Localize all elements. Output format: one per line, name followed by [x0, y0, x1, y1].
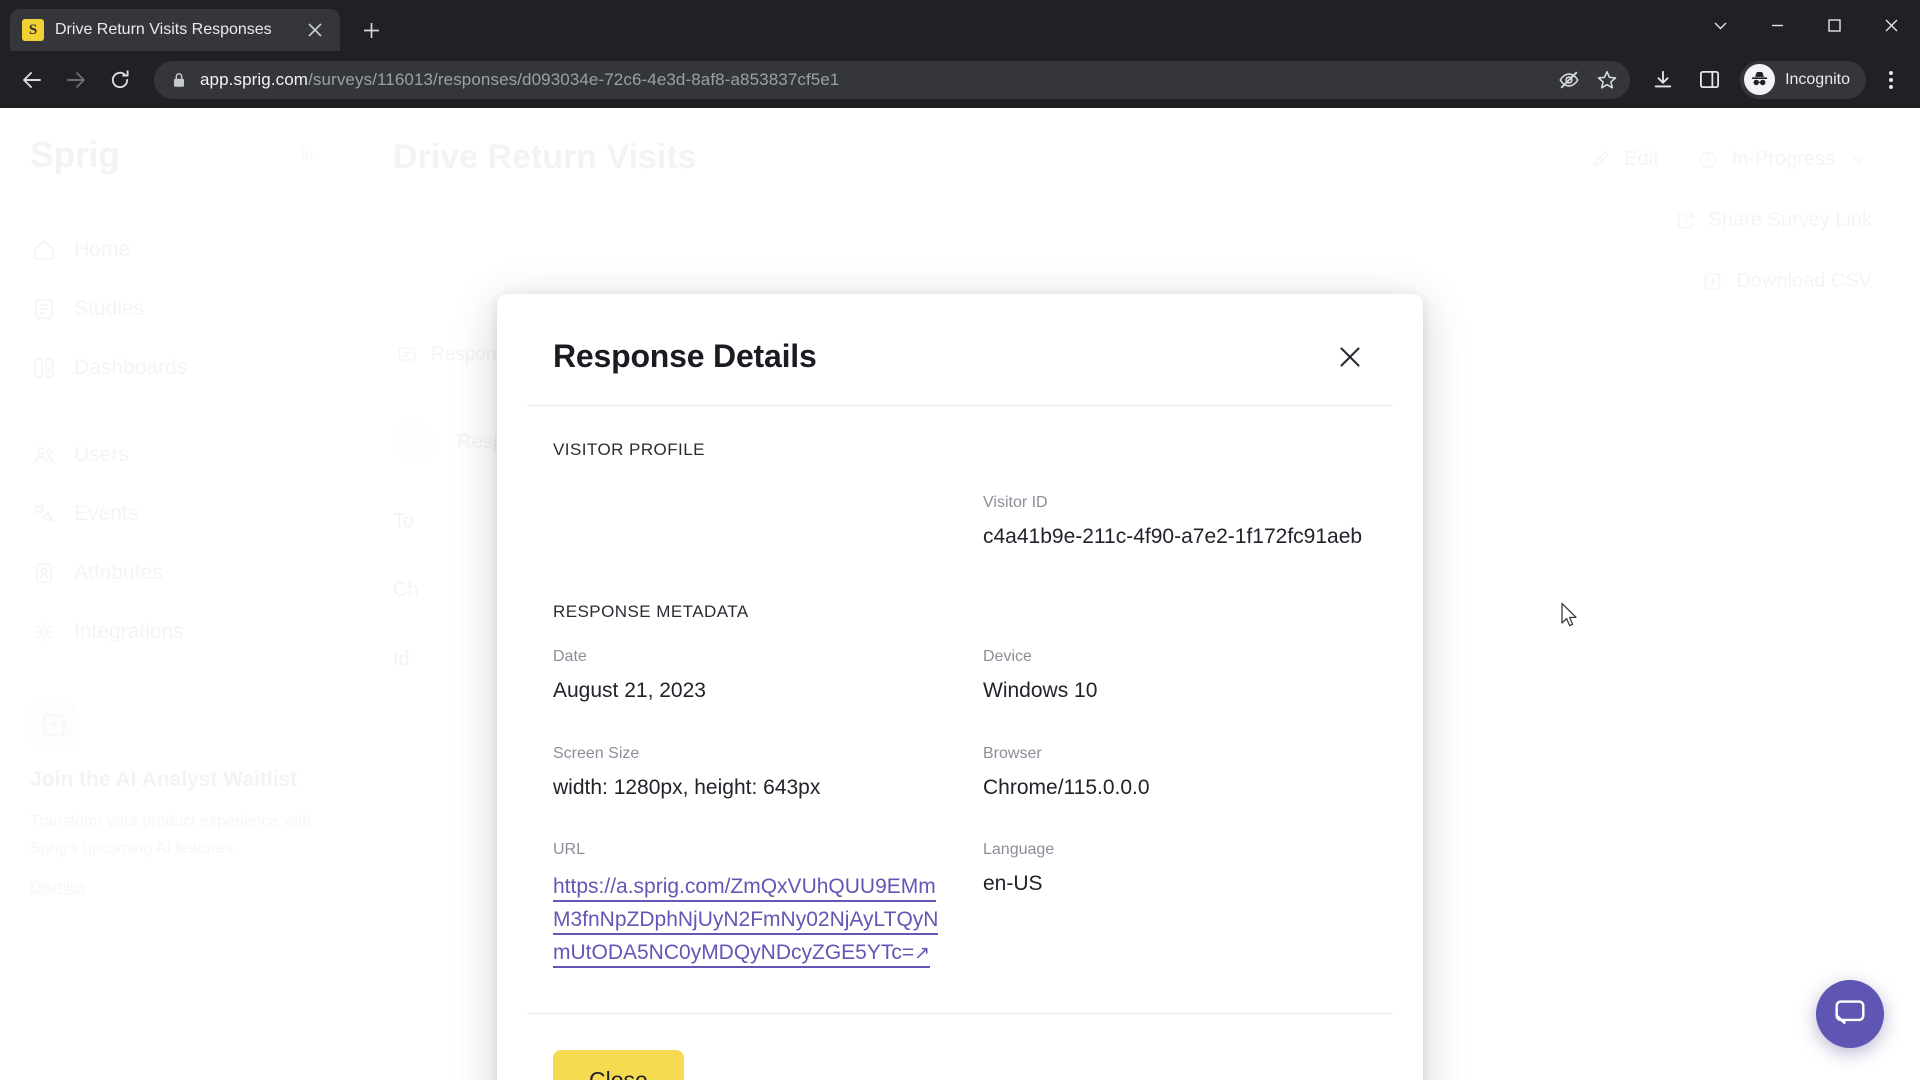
toolbar-right: Incognito: [1644, 60, 1908, 99]
modal-body: VISITOR PROFILE Visitor ID c4a41b9e-211c…: [497, 406, 1423, 969]
field-label: URL: [553, 840, 586, 858]
new-tab-button[interactable]: [354, 13, 388, 47]
omnibox-icons: [1558, 69, 1618, 91]
window-maximize-icon[interactable]: [1806, 0, 1863, 51]
incognito-hat-icon: [1744, 64, 1776, 95]
tab-strip: S Drive Return Visits Responses: [0, 0, 1920, 51]
visitor-profile-section-label: VISITOR PROFILE: [553, 440, 705, 459]
response-url-text: https://a.sprig.com/ZmQxVUhQUU9EMmM3fnNp…: [553, 874, 939, 965]
window-minimize-icon[interactable]: [1749, 0, 1806, 51]
tab-close-icon[interactable]: [302, 17, 328, 43]
field-value: August 21, 2023: [553, 679, 706, 703]
url-text: app.sprig.com/surveys/116013/responses/d…: [200, 70, 1544, 90]
profile-label: Incognito: [1785, 70, 1850, 88]
profile-chip[interactable]: Incognito: [1740, 60, 1866, 99]
kebab-menu-icon[interactable]: [1874, 61, 1908, 99]
field-label: Date: [553, 648, 587, 666]
response-metadata-fields: Date August 21, 2023 Device Windows 10 S…: [553, 648, 1367, 969]
modal-footer: Close: [497, 1014, 1423, 1080]
field-device: Device Windows 10: [983, 648, 1367, 704]
response-metadata-section-label: RESPONSE METADATA: [553, 602, 749, 622]
browser-chrome: S Drive Return Visits Responses app.spri…: [0, 0, 1920, 108]
address-bar[interactable]: app.sprig.com/surveys/116013/responses/d…: [154, 60, 1631, 99]
bookmark-star-icon[interactable]: [1596, 69, 1618, 91]
field-value: Windows 10: [983, 679, 1098, 703]
url-value-wrap: https://a.sprig.com/ZmQxVUhQUU9EMmM3fnNp…: [553, 870, 953, 970]
field-value: c4a41b9e-211c-4f90-a7e2-1f172fc91aeb: [983, 525, 1363, 548]
window-close-icon[interactable]: [1863, 0, 1920, 51]
visitor-profile-fields: Visitor ID c4a41b9e-211c-4f90-a7e2-1f172…: [553, 494, 1367, 550]
field-url: URL https://a.sprig.com/ZmQxVUhQUU9EMmM3…: [553, 841, 971, 970]
download-icon[interactable]: [1644, 61, 1682, 99]
modal-close-icon[interactable]: [1333, 340, 1367, 374]
tab-title: Drive Return Visits Responses: [55, 21, 272, 38]
forward-arrow-icon[interactable]: [56, 60, 96, 100]
field-label: Screen Size: [553, 744, 640, 762]
browser-toolbar: app.sprig.com/surveys/116013/responses/d…: [0, 51, 1920, 108]
response-metadata-block: RESPONSE METADATA Date August 21, 2023 D…: [553, 602, 1367, 969]
url-host: app.sprig.com: [200, 69, 309, 89]
field-value: en-US: [983, 871, 1043, 895]
support-chat-button[interactable]: [1816, 980, 1884, 1048]
browser-tab[interactable]: S Drive Return Visits Responses: [10, 9, 340, 51]
url-path: /surveys/116013/responses/d093034e-72c6-…: [308, 69, 840, 89]
chat-bubble-icon: [1833, 995, 1867, 1034]
field-label: Language: [983, 840, 1055, 858]
back-arrow-icon[interactable]: [12, 60, 52, 100]
lock-icon: [172, 72, 186, 88]
field-screen-size: Screen Size width: 1280px, height: 643px: [553, 745, 971, 801]
modal-header: Response Details: [497, 294, 1423, 405]
field-language: Language en-US: [983, 841, 1367, 970]
visitor-empty-cell: [553, 494, 971, 550]
field-browser: Browser Chrome/115.0.0.0: [983, 745, 1367, 801]
page-viewport: Sprig le Home Studies Dashboards: [0, 108, 1920, 1080]
response-details-modal: Response Details VISITOR PROFILE Visitor…: [497, 294, 1423, 1080]
window-controls: [1692, 0, 1920, 51]
eye-slash-icon[interactable]: [1558, 69, 1580, 91]
sprig-favicon-icon: S: [22, 19, 44, 41]
modal-title: Response Details: [553, 338, 817, 374]
field-label: Browser: [983, 744, 1042, 762]
window-minimize-all-icon[interactable]: [1692, 0, 1749, 51]
external-link-arrow-icon: ↗: [914, 943, 931, 965]
field-value: Chrome/115.0.0.0: [983, 775, 1150, 799]
side-panel-icon[interactable]: [1690, 61, 1728, 99]
response-url-link[interactable]: https://a.sprig.com/ZmQxVUhQUU9EMmM3fnNp…: [553, 874, 939, 969]
field-date: Date August 21, 2023: [553, 648, 971, 704]
close-button[interactable]: Close: [553, 1050, 684, 1080]
field-label: Device: [983, 648, 1032, 666]
field-value: width: 1280px, height: 643px: [553, 775, 821, 799]
field-visitor-id: Visitor ID c4a41b9e-211c-4f90-a7e2-1f172…: [983, 494, 1367, 550]
field-label: Visitor ID: [983, 494, 1048, 511]
reload-icon[interactable]: [100, 60, 140, 100]
